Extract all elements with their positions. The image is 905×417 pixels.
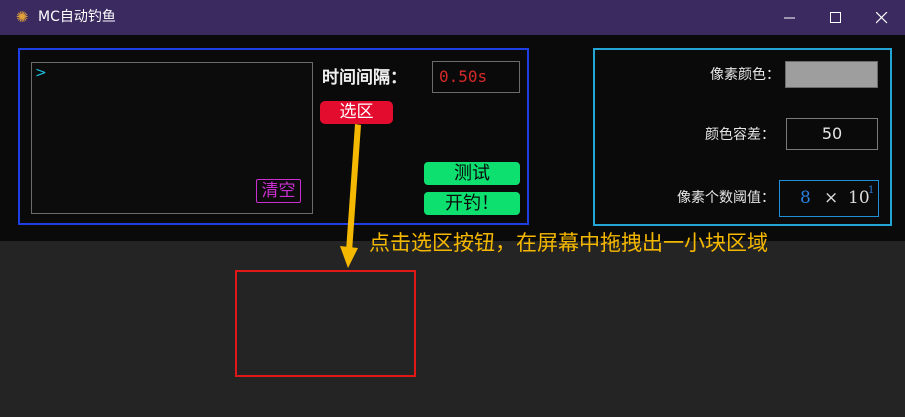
instruction-annotation: 点击选区按钮，在屏幕中拖拽出一小块区域	[369, 231, 768, 255]
selection-rectangle	[235, 270, 416, 377]
annotation-arrow	[340, 124, 361, 268]
